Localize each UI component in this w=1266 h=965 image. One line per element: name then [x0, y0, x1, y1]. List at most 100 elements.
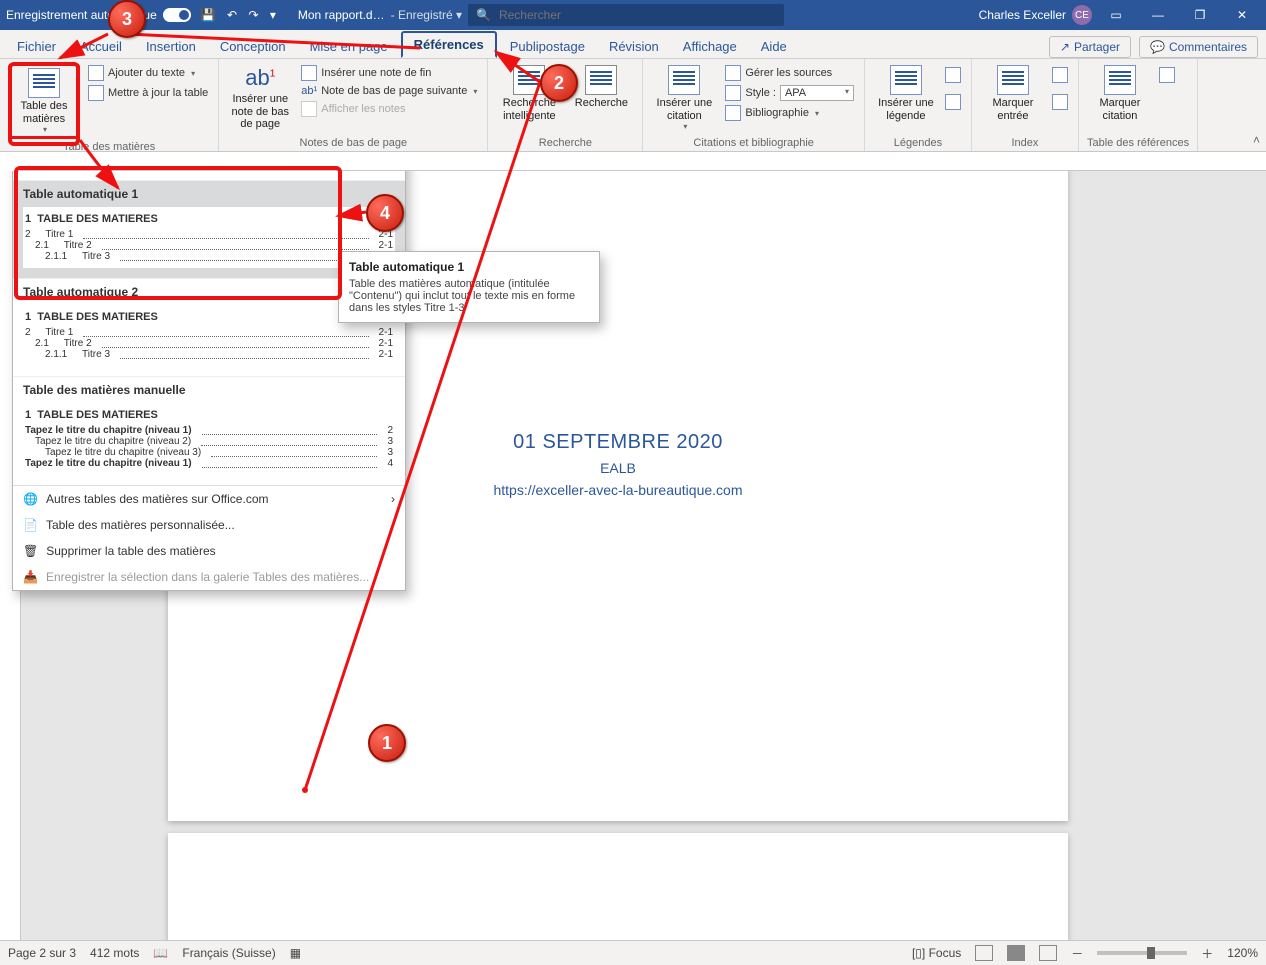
tab-conception[interactable]: Conception: [209, 35, 297, 58]
close-icon[interactable]: ✕: [1224, 8, 1260, 22]
web-layout-icon[interactable]: [1039, 945, 1057, 961]
callout-3: 3: [108, 0, 146, 38]
group-toa: Marquer citation Table des références: [1079, 59, 1198, 151]
search-input[interactable]: [497, 7, 776, 23]
tab-revision[interactable]: Révision: [598, 35, 670, 58]
caption-extra1-icon[interactable]: [945, 67, 961, 83]
callout-1: 1: [368, 724, 406, 762]
mark-citation-button[interactable]: Marquer citation: [1087, 63, 1153, 124]
custom-toc[interactable]: 📄Table des matières personnalisée...: [13, 512, 405, 538]
group-label-index: Index: [980, 135, 1070, 149]
tab-affichage[interactable]: Affichage: [672, 35, 748, 58]
word-count[interactable]: 412 mots: [90, 946, 139, 960]
next-footnote-button[interactable]: ab¹Note de bas de page suivante▾: [299, 83, 479, 99]
research-icon: [585, 65, 617, 95]
globe-icon: 🌐: [23, 492, 38, 506]
user-name[interactable]: Charles Exceller: [979, 8, 1066, 22]
group-label-citations: Citations et bibliographie: [651, 135, 856, 149]
index-extra2-icon[interactable]: [1052, 94, 1068, 110]
group-toc: Table des matières ▾ Ajouter du texte▾ M…: [0, 59, 219, 151]
print-layout-icon[interactable]: [1007, 945, 1025, 961]
index-icon: [997, 65, 1029, 95]
ribbon: Table des matières ▾ Ajouter du texte▾ M…: [0, 59, 1266, 152]
tooltip-title: Table automatique 1: [349, 260, 589, 274]
toc-button[interactable]: Table des matières ▾: [8, 63, 80, 139]
search-box[interactable]: 🔍: [468, 4, 784, 26]
update-icon: [88, 85, 104, 101]
add-text-button[interactable]: Ajouter du texte▾: [86, 63, 210, 83]
title-bar: Enregistrement automatique 💾 ↶ ↷ ▾ Mon r…: [0, 0, 1266, 30]
language[interactable]: Français (Suisse): [182, 946, 275, 960]
update-toc-button[interactable]: Mettre à jour la table: [86, 83, 210, 103]
biblio-icon: [725, 105, 741, 121]
index-extra1-icon[interactable]: [1052, 67, 1068, 83]
save-gallery-icon: 📥: [23, 570, 38, 584]
group-citations: Insérer une citation▾ Gérer les sources …: [643, 59, 865, 151]
focus-mode[interactable]: [▯] Focus: [912, 946, 961, 960]
group-label-research: Recherche: [496, 135, 634, 149]
tab-accueil[interactable]: Accueil: [69, 35, 133, 58]
more-toc-office[interactable]: 🌐Autres tables des matières sur Office.c…: [13, 486, 405, 512]
spellcheck-icon[interactable]: 📖: [153, 946, 168, 960]
comments-button[interactable]: 💬Commentaires: [1139, 36, 1258, 58]
qat: 💾 ↶ ↷ ▾: [197, 8, 280, 22]
gallery-header: Prédéfini: [13, 171, 405, 180]
macro-icon[interactable]: ▦: [290, 946, 301, 960]
tab-aide[interactable]: Aide: [750, 35, 798, 58]
zoom-in-icon[interactable]: ＋: [1201, 945, 1213, 962]
search-icon: 🔍: [476, 8, 491, 22]
ribbon-options-icon[interactable]: ▭: [1098, 8, 1134, 22]
tooltip: Table automatique 1 Table des matières a…: [338, 251, 600, 323]
saved-status: Enregistré: [398, 8, 453, 22]
toc-gallery: Prédéfini Table automatique 1 1 Table de…: [12, 171, 406, 591]
page-indicator[interactable]: Page 2 sur 3: [8, 946, 76, 960]
qat-more-icon[interactable]: ▾: [270, 8, 276, 22]
read-mode-icon[interactable]: [975, 945, 993, 961]
show-notes-icon: [301, 101, 317, 117]
endnote-icon: [301, 65, 317, 81]
insert-endnote-button[interactable]: Insérer une note de fin: [299, 63, 479, 83]
group-label-captions: Légendes: [873, 135, 963, 149]
insert-footnote-button[interactable]: ab1Insérer une note de bas de page: [227, 63, 293, 133]
redo-icon[interactable]: ↷: [248, 8, 258, 22]
tab-fichier[interactable]: Fichier: [6, 35, 67, 58]
horizontal-ruler[interactable]: [20, 152, 1266, 171]
mark-entry-button[interactable]: Marquer entrée: [980, 63, 1046, 124]
tab-mise-en-page[interactable]: Mise en page: [299, 35, 399, 58]
research-button[interactable]: Recherche: [568, 63, 634, 112]
undo-icon[interactable]: ↶: [227, 8, 237, 22]
remove-toc[interactable]: 🗑Supprimer la table des matières: [13, 538, 405, 564]
zoom-slider[interactable]: [1097, 951, 1187, 955]
caption-icon: [890, 65, 922, 95]
zoom-level[interactable]: 120%: [1227, 946, 1258, 960]
sources-icon: [725, 65, 741, 81]
group-label-footnotes: Notes de bas de page: [227, 135, 479, 149]
maximize-icon[interactable]: ❐: [1182, 8, 1218, 22]
callout-2: 2: [540, 64, 578, 102]
autosave-toggle[interactable]: [163, 8, 191, 22]
insert-citation-button[interactable]: Insérer une citation▾: [651, 63, 717, 133]
show-notes-button: Afficher les notes: [299, 99, 479, 119]
comment-icon: 💬: [1150, 40, 1165, 54]
group-index: Marquer entrée Index: [972, 59, 1079, 151]
avatar[interactable]: CE: [1072, 5, 1092, 25]
insert-caption-button[interactable]: Insérer une légende: [873, 63, 939, 124]
caption-extra2-icon[interactable]: [945, 94, 961, 110]
bibliography-button[interactable]: Bibliographie▾: [723, 103, 856, 123]
group-label-toa: Table des références: [1087, 135, 1189, 149]
share-button[interactable]: ↗Partager: [1049, 36, 1131, 58]
tab-references[interactable]: Références: [401, 31, 497, 58]
gallery-item-manual[interactable]: Table des matières manuelle 1 Table des …: [13, 376, 405, 485]
tab-publipostage[interactable]: Publipostage: [499, 35, 596, 58]
collapse-ribbon-icon[interactable]: ˄: [1253, 133, 1260, 147]
citation-icon: [668, 65, 700, 95]
minimize-icon[interactable]: —: [1140, 8, 1176, 22]
zoom-out-icon[interactable]: －: [1071, 945, 1083, 962]
ribbon-tabs: Fichier Accueil Insertion Conception Mis…: [0, 30, 1266, 59]
status-bar: Page 2 sur 3 412 mots 📖 Français (Suisse…: [0, 940, 1266, 965]
style-selector[interactable]: Style : APA▾: [723, 83, 856, 103]
save-icon[interactable]: 💾: [201, 8, 216, 22]
toa-extra-icon[interactable]: [1159, 67, 1175, 83]
manage-sources-button[interactable]: Gérer les sources: [723, 63, 856, 83]
tab-insertion[interactable]: Insertion: [135, 35, 207, 58]
